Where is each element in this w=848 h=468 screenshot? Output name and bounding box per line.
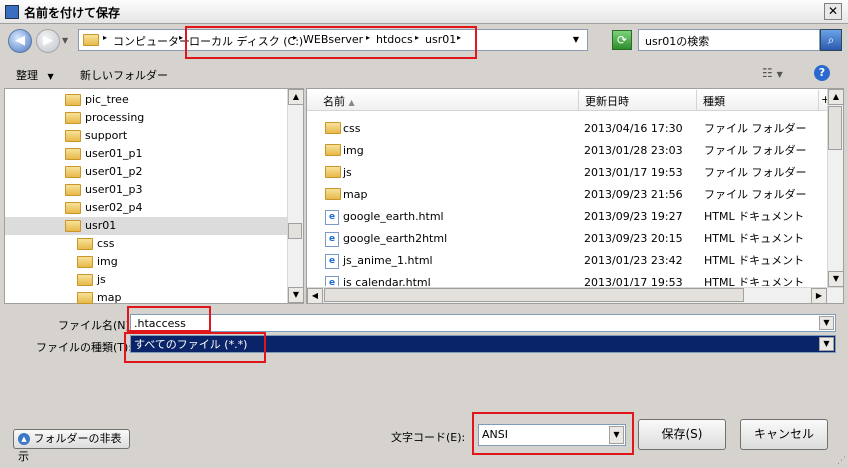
column-header-type[interactable]: 種類 [697, 90, 819, 111]
scroll-right-icon[interactable]: ▶ [811, 288, 827, 304]
search-icon[interactable]: ⌕ [820, 29, 842, 51]
chevron-down-icon[interactable]: ▼ [819, 316, 834, 330]
folder-icon [325, 144, 341, 156]
resize-grip-icon[interactable]: ⋰ [837, 456, 846, 466]
folder-icon [77, 256, 93, 268]
folder-icon [65, 220, 81, 232]
folder-icon [65, 130, 81, 142]
file-list-hscrollbar[interactable]: ◀ ▶ [307, 287, 843, 304]
folder-icon [65, 112, 81, 124]
file-row[interactable]: e google_earth2html 2013/09/23 20:15 HTML ド… [307, 228, 827, 250]
chevron-up-icon: ▲ [18, 433, 30, 445]
close-button[interactable]: ✕ [824, 3, 842, 20]
encoding-label: 文字コード(E): [391, 431, 466, 444]
window-title: 名前を付けて保存 [24, 6, 121, 20]
folder-icon [77, 292, 93, 304]
folder-icon [77, 274, 93, 286]
filename-input[interactable]: .htaccess ▼ [130, 314, 836, 332]
search-input[interactable]: usr01の検索 [638, 29, 820, 51]
file-row[interactable]: e google_earth.html 2013/09/23 19:27 HTML ド… [307, 206, 827, 228]
folder-icon [77, 238, 93, 250]
file-list[interactable]: 名前 ▲ 更新日時 種類 + css 2013/04/16 17:30 ファイル フ… [306, 88, 844, 304]
folder-icon [65, 166, 81, 178]
scroll-up-icon[interactable]: ▲ [288, 89, 304, 105]
file-row[interactable]: js 2013/01/17 19:53 ファイル フォルダー [307, 162, 827, 184]
column-header-date[interactable]: 更新日時 [579, 90, 697, 111]
folder-icon [65, 184, 81, 196]
folder-icon [65, 148, 81, 160]
organize-menu[interactable]: 整理 ▼ [16, 67, 54, 83]
folder-icon [325, 166, 341, 178]
folder-icon [325, 188, 341, 200]
file-list-vscrollbar[interactable]: ▲ ▼ [827, 89, 844, 287]
file-row[interactable]: map 2013/09/23 21:56 ファイル フォルダー [307, 184, 827, 206]
tree-scrollbar[interactable]: ▲ ▼ [287, 89, 304, 303]
tree-item-usr01[interactable]: usr01 [5, 217, 287, 235]
address-dropdown-icon[interactable]: ▼ [573, 35, 579, 44]
app-icon [5, 5, 19, 19]
highlight-filename [127, 306, 211, 332]
help-icon[interactable]: ? [814, 65, 830, 81]
folder-icon [83, 34, 99, 46]
scroll-down-icon[interactable]: ▼ [288, 287, 304, 303]
filename-label: ファイル名(N): [58, 319, 134, 332]
file-row[interactable]: img 2013/01/28 23:03 ファイル フォルダー [307, 140, 827, 162]
html-file-icon: e [325, 276, 339, 286]
scroll-thumb[interactable] [288, 223, 302, 239]
scroll-down-icon[interactable]: ▼ [828, 271, 844, 287]
file-row[interactable]: css 2013/04/16 17:30 ファイル フォルダー [307, 118, 827, 140]
cancel-button[interactable]: キャンセル [740, 419, 828, 450]
scroll-thumb[interactable] [324, 288, 744, 302]
back-button[interactable]: ◀ [8, 29, 32, 53]
chevron-down-icon[interactable]: ▼ [819, 337, 834, 351]
folder-icon [65, 202, 81, 214]
organize-label: 整理 [16, 69, 38, 82]
folder-icon [325, 122, 341, 134]
highlight-filetype [124, 332, 266, 363]
highlight-path [185, 26, 477, 59]
filetype-label: ファイルの種類(T): [36, 341, 133, 354]
folder-icon [65, 94, 81, 106]
title-bar: 名前を付けて保存 ✕ [0, 0, 848, 24]
recent-pages-dropdown-icon[interactable]: ▼ [62, 36, 68, 45]
save-button[interactable]: 保存(S) [638, 419, 726, 450]
html-file-icon: e [325, 254, 339, 269]
chevron-down-icon: ▼ [47, 72, 54, 81]
highlight-encoding [472, 412, 634, 455]
forward-button[interactable]: ▶ [36, 29, 60, 53]
view-options-icon[interactable]: ☷ ▼ [762, 66, 783, 80]
refresh-button[interactable]: ⟳ [612, 30, 632, 50]
scroll-up-icon[interactable]: ▲ [828, 89, 844, 105]
file-row[interactable]: e js_anime_1.html 2013/01/23 23:42 HTML ドキュ… [307, 250, 827, 272]
scroll-left-icon[interactable]: ◀ [307, 288, 323, 304]
navigation-tree[interactable]: pic_tree processing support user01_p1 us… [4, 88, 304, 304]
new-folder-button[interactable]: 新しいフォルダー [80, 67, 168, 83]
scroll-thumb[interactable] [828, 106, 842, 150]
file-row[interactable]: e js calendar.html 2013/01/17 19:53 HTML ドキ… [307, 272, 827, 286]
html-file-icon: e [325, 210, 339, 225]
column-header-name[interactable]: 名前 ▲ [307, 90, 579, 111]
html-file-icon: e [325, 232, 339, 247]
hide-folders-button[interactable]: ▲ フォルダーの非表示 [13, 429, 130, 463]
